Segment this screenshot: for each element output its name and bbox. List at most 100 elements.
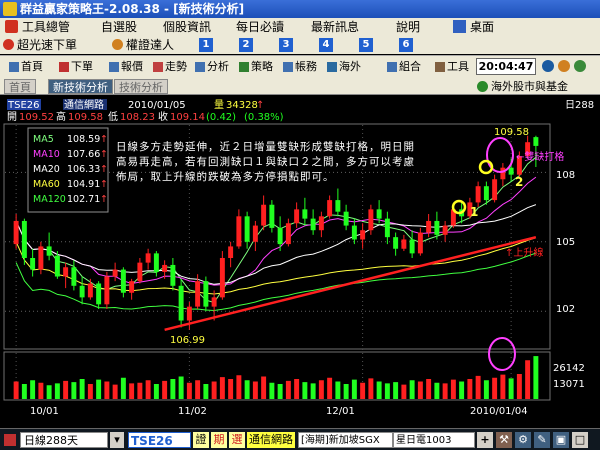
fullscreen-icon[interactable]: □ <box>572 432 588 448</box>
analysis-icon <box>195 62 205 72</box>
ma-legend-value: 108.59 <box>67 134 100 145</box>
lock-icon[interactable] <box>558 60 570 72</box>
analysis-button[interactable]: 分析 <box>194 59 229 75</box>
volume-bar <box>219 377 225 399</box>
volume-bar <box>376 381 382 399</box>
combo-button[interactable]: 組合 <box>386 59 421 75</box>
menu-item-stock-info[interactable]: 個股資訊 <box>163 18 211 36</box>
stock-button[interactable]: 證 <box>193 432 209 448</box>
menu-item-latest-news[interactable]: 最新訊息 <box>311 18 359 36</box>
account-button[interactable]: 帳務 <box>282 59 317 75</box>
menu-item-daily-reading[interactable]: 每日必讀 <box>236 18 284 36</box>
candle-body <box>21 220 27 258</box>
candle-body <box>153 253 159 272</box>
candle-body <box>294 209 300 224</box>
volume-bar <box>335 381 341 399</box>
help-icon[interactable] <box>542 60 554 72</box>
quick-slot-3[interactable]: 3 <box>279 38 293 52</box>
candle-body <box>327 200 333 217</box>
options-button[interactable]: 選 <box>229 432 245 448</box>
volume-bar <box>343 384 349 399</box>
home-button[interactable]: 首頁 <box>8 59 43 75</box>
order-label: 下單 <box>71 60 93 73</box>
period-select[interactable]: 日線288天 <box>20 432 108 448</box>
volume-bar <box>360 382 366 399</box>
menu-item-tools[interactable]: 工具總管 <box>22 18 70 36</box>
overseas-button[interactable]: 海外 <box>326 59 361 75</box>
low-label: 低 <box>108 110 118 123</box>
fast-order-link[interactable]: 超光速下單 <box>17 36 77 54</box>
candle-body <box>236 216 242 247</box>
volume-tick-mid: 13071 <box>553 379 585 390</box>
volume-bar <box>384 383 390 399</box>
trend-button[interactable]: 走勢 <box>152 59 187 75</box>
volume-label: 量 <box>214 99 224 111</box>
quote-icon <box>109 62 119 72</box>
futures-button[interactable]: 期 <box>211 432 227 448</box>
quote-low: 108.23 <box>120 112 155 123</box>
overseas-funds-label: 海外股市與基金 <box>491 80 568 93</box>
volume-bar <box>533 356 539 399</box>
candle-body <box>343 211 349 226</box>
candle-body <box>310 218 316 231</box>
volume-bar <box>145 380 151 399</box>
gear-icon[interactable]: ⚙ <box>515 432 531 448</box>
volume-bar <box>351 379 357 399</box>
volume-bar <box>13 381 19 399</box>
ma-legend: MA5 108.59 ↑MA10 107.66 ↑MA20 106.33 ↑MA60 104.… <box>33 134 108 205</box>
tools-button[interactable]: 工具 <box>434 59 469 75</box>
app-icon <box>3 2 17 16</box>
tab-new-technical-analysis[interactable]: 新技術分析 <box>48 79 113 94</box>
warrant-icon <box>112 39 123 50</box>
candle-body <box>178 285 184 321</box>
chevron-down-icon[interactable]: ▾ <box>110 432 124 448</box>
overseas-funds-link[interactable]: 海外股市與基金 <box>477 79 568 94</box>
candle-body <box>46 246 52 256</box>
plus-icon[interactable]: + <box>477 432 493 448</box>
quote-open: 109.52 <box>19 112 54 123</box>
menu-item-watchlist[interactable]: 自選股 <box>101 18 137 36</box>
menu-item-desktop[interactable]: 桌面 <box>470 18 494 36</box>
candle-body <box>137 262 143 282</box>
low-mark: 106.99 <box>170 335 205 346</box>
tab-technical-analysis[interactable]: 技術分析 <box>114 79 168 94</box>
candle-body <box>508 167 514 175</box>
volume-bar <box>96 379 102 399</box>
volume-bar <box>54 383 60 399</box>
fast-order-icon <box>3 39 14 50</box>
strategy-button[interactable]: 策略 <box>238 59 273 75</box>
clock-display: 20:04:47 <box>476 58 536 75</box>
volume-bar <box>153 384 159 399</box>
wrench-icon[interactable]: ⚒ <box>496 432 512 448</box>
ma-legend-arrow: ↑ <box>100 179 108 190</box>
ticker-select-1[interactable]: [海期]新加坡SGX <box>298 432 393 448</box>
volume-bar <box>178 376 184 399</box>
quick-slot-4[interactable]: 4 <box>319 38 333 52</box>
menu-item-help[interactable]: 說明 <box>396 18 420 36</box>
volume-bar <box>120 377 126 399</box>
quick-slot-2[interactable]: 2 <box>239 38 253 52</box>
quote-button[interactable]: 報價 <box>108 59 143 75</box>
quick-slot-6[interactable]: 6 <box>399 38 413 52</box>
edit-icon[interactable]: ✎ <box>534 432 550 448</box>
volume-bar <box>269 382 275 399</box>
ma-legend-arrow: ↑ <box>100 134 108 145</box>
volume-bar <box>277 384 283 399</box>
candle-body <box>376 209 382 219</box>
quote-label: 報價 <box>121 60 143 73</box>
refresh-icon[interactable] <box>574 60 586 72</box>
symbol-input[interactable]: TSE26 <box>128 432 191 448</box>
volume-bar <box>203 384 209 399</box>
order-button[interactable]: 下單 <box>58 59 93 75</box>
quote-volume: 34328 <box>226 100 258 111</box>
ticker-select-2[interactable]: 星日電1003 <box>393 432 475 448</box>
quick-slot-1[interactable]: 1 <box>199 38 213 52</box>
warrant-link[interactable]: 權證達人 <box>126 36 174 54</box>
save-icon[interactable]: ▣ <box>553 432 569 448</box>
candle-body <box>492 179 498 201</box>
home-icon <box>9 62 19 72</box>
volume-bar <box>516 374 522 399</box>
quick-slot-5[interactable]: 5 <box>359 38 373 52</box>
tab-home[interactable]: 首頁 <box>4 79 36 94</box>
main-toolbar: 首頁 下單 報價 走勢 分析 策略 帳務 海外 組合 工具 20:04:47 <box>0 55 600 77</box>
